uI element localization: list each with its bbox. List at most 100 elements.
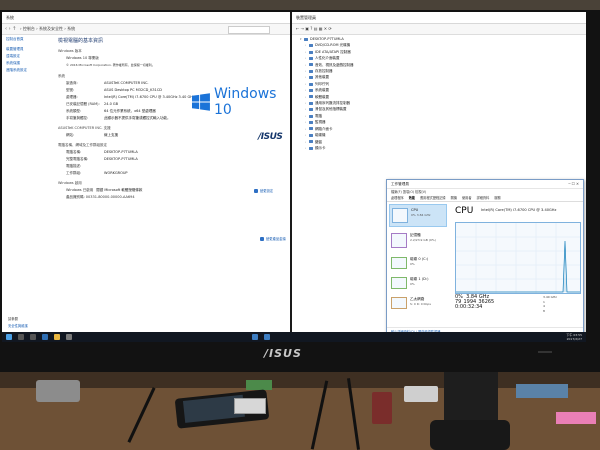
performance-sidebar: CPU 0% 3.84 GHz 記憶體 2.2/23.9 GB (9%) 磁碟 0 … xyxy=(387,202,449,312)
cpu-stats: 0% 3.84 GHz 79 1994 36265 0:00:32:34 xyxy=(455,295,494,310)
base-speed-value: 3.40 GHz xyxy=(543,295,557,299)
tab-processes[interactable]: 處理程序 xyxy=(391,195,404,201)
windows-flag-icon xyxy=(192,93,210,111)
back-forward-icon[interactable]: ‹ › ↑ xyxy=(5,24,16,34)
uptime-value: 0:00:32:34 xyxy=(455,304,483,310)
tree-item[interactable]: › 顯示卡 xyxy=(300,145,354,151)
device-icon xyxy=(309,56,313,60)
device-icon xyxy=(309,120,313,124)
mini-graph-icon xyxy=(391,233,407,248)
search-input[interactable] xyxy=(228,26,270,34)
desk-shadow xyxy=(0,372,600,388)
perf-item-disk1[interactable]: 磁碟 1 (D:) 0% xyxy=(389,274,447,291)
shield-icon xyxy=(260,237,264,241)
computer-row: 電腦名稱: DESKTOP-P7TUMLA xyxy=(66,150,138,154)
perf-item-ethernet[interactable]: 乙太網路 S: 0 R: 0 Kbps xyxy=(389,294,447,311)
store-icon[interactable] xyxy=(66,334,72,340)
nav-remote-settings[interactable]: 遠端設定 xyxy=(6,53,56,60)
desk-object xyxy=(556,412,596,424)
system-window-titlebar: 系統 xyxy=(2,12,290,24)
cpu-spec-list: 3.40 GHz 1 4 8 xyxy=(543,295,557,313)
online-support-link[interactable]: 線上支援 xyxy=(104,132,118,139)
task-manager-window: 工作管理員 ─ ☐ ✕ 檔案(F) 選項(O) 檢視(V) 處理程序 效能 應用… xyxy=(386,179,584,337)
monitor-power-button xyxy=(538,351,552,353)
device-icon xyxy=(309,114,313,118)
license-terms-link[interactable]: 閱讀 Microsoft 軟體授權條款 xyxy=(96,187,142,194)
device-icon xyxy=(309,146,313,150)
cpu-detail-panel: CPU Intel(R) Core(TM) i7-6700 CPU @ 3.40… xyxy=(451,202,581,332)
mini-graph-icon xyxy=(391,277,407,289)
section-windows-edition: Windows 版本 xyxy=(58,49,82,53)
file-explorer-icon[interactable] xyxy=(54,334,60,340)
page-title: 檢視電腦的基本資訊 xyxy=(58,38,104,44)
desk-object xyxy=(36,380,80,402)
control-panel-taskbar-icon[interactable] xyxy=(252,334,258,340)
tab-services[interactable]: 服務 xyxy=(494,195,500,201)
section-computer-name: 電腦名稱、網域及工作群組設定 xyxy=(58,143,107,147)
device-icon xyxy=(309,133,313,137)
mini-graph-icon xyxy=(392,208,408,223)
computer-icon xyxy=(304,37,308,41)
device-manager-toolbar: ← → ▣ ? ▤ ▦ ✕ ⟳ xyxy=(292,24,586,35)
device-icon xyxy=(309,69,313,73)
tab-users[interactable]: 使用者 xyxy=(462,195,472,201)
tab-details[interactable]: 詳細資料 xyxy=(477,195,490,201)
task-view-icon[interactable] xyxy=(30,334,36,340)
device-icon xyxy=(309,50,313,54)
mini-graph-icon xyxy=(391,297,407,309)
computer-row: 完整電腦名稱: DESKTOP-P7TUMLA xyxy=(66,157,138,161)
start-button-icon[interactable] xyxy=(6,334,12,340)
windows-10-wordmark: Windows 10 xyxy=(213,86,277,118)
desk-object xyxy=(372,392,392,424)
device-icon xyxy=(309,63,313,67)
perf-item-disk0[interactable]: 磁碟 0 (C:) 0% xyxy=(389,254,447,271)
perf-item-memory[interactable]: 記憶體 2.2/23.9 GB (9%) xyxy=(389,230,447,251)
desk-object xyxy=(516,384,568,398)
cpu-heading: CPU xyxy=(455,206,474,216)
nav-device-manager[interactable]: 裝置管理員 xyxy=(6,46,56,53)
section-support: ASUSTeK COMPUTER INC. 支援 xyxy=(58,126,111,130)
device-tree: ▾ DESKTOP-P7TUMLA › DVD/CD-ROM 光碟機 › IDE AT… xyxy=(300,36,354,151)
desk-object xyxy=(246,380,272,390)
window-title: 裝置管理員 xyxy=(296,15,316,20)
edge-browser-icon[interactable] xyxy=(42,334,48,340)
device-icon xyxy=(309,82,313,86)
change-product-key-link[interactable]: 變更產品金鑰 xyxy=(260,236,286,241)
device-icon xyxy=(309,95,313,99)
windows-edition-value: Windows 10 專業版 xyxy=(66,56,99,60)
computer-row: 工作群組: WORKGROUP xyxy=(66,171,128,175)
device-icon xyxy=(309,88,313,92)
system-window: 系統 ‹ › ↑ › 控制台 › 系統及安全性 › 系統 控制台首頁 裝置管理員… xyxy=(2,12,292,332)
perf-item-cpu[interactable]: CPU 0% 3.84 GHz xyxy=(389,204,447,227)
section-activation: Windows 啟用 xyxy=(58,181,82,185)
product-id: 產品識別碼: 00331-80000-00000-AA694 xyxy=(66,195,135,199)
device-manager-titlebar: 裝置管理員 xyxy=(292,12,586,24)
logical-value: 8 xyxy=(543,308,545,313)
device-icon xyxy=(309,44,313,48)
tab-startup[interactable]: 開機 xyxy=(451,195,457,201)
cpu-usage-graph xyxy=(455,222,581,294)
security-maintenance-link[interactable]: 安全性與維護 xyxy=(8,323,28,328)
system-content: 檢視電腦的基本資訊 Windows 版本 Windows 10 專業版 © 20… xyxy=(58,38,286,201)
nav-advanced-settings[interactable]: 進階系統設定 xyxy=(6,67,56,74)
change-settings-link[interactable]: 變更設定 xyxy=(254,188,273,193)
device-manager-taskbar-icon[interactable] xyxy=(264,334,270,340)
photo-scene: 系統 ‹ › ↑ › 控制台 › 系統及安全性 › 系統 控制台首頁 裝置管理員… xyxy=(0,0,600,450)
tab-performance[interactable]: 效能 xyxy=(409,195,415,201)
breadcrumb[interactable]: › 控制台 › 系統及安全性 › 系統 xyxy=(20,26,75,31)
system-clock[interactable]: 下午 03:55 2017/2/27 xyxy=(566,333,582,341)
copyright-text: © 2016 Microsoft Corporation. 著作權所有，並保留一… xyxy=(66,63,155,67)
tab-app-history[interactable]: 應用程式歷程記錄 xyxy=(420,195,446,201)
task-manager-titlebar: 工作管理員 ─ ☐ ✕ xyxy=(387,180,583,189)
address-bar[interactable]: ‹ › ↑ › 控制台 › 系統及安全性 › 系統 xyxy=(2,24,290,35)
desk-object xyxy=(404,386,438,402)
window-controls-icon[interactable]: ─ ☐ ✕ xyxy=(568,180,579,188)
nav-control-panel-home[interactable]: 控制台首頁 xyxy=(6,36,56,43)
device-icon xyxy=(309,108,313,112)
taskbar: 下午 03:55 2017/2/27 xyxy=(2,332,586,342)
search-icon[interactable] xyxy=(18,334,24,340)
nav-system-protection[interactable]: 系統保護 xyxy=(6,60,56,67)
device-icon xyxy=(309,140,313,144)
toolbar-icons[interactable]: ← → ▣ ? ▤ ▦ ✕ ⟳ xyxy=(296,26,332,31)
mini-graph-icon xyxy=(391,257,407,269)
